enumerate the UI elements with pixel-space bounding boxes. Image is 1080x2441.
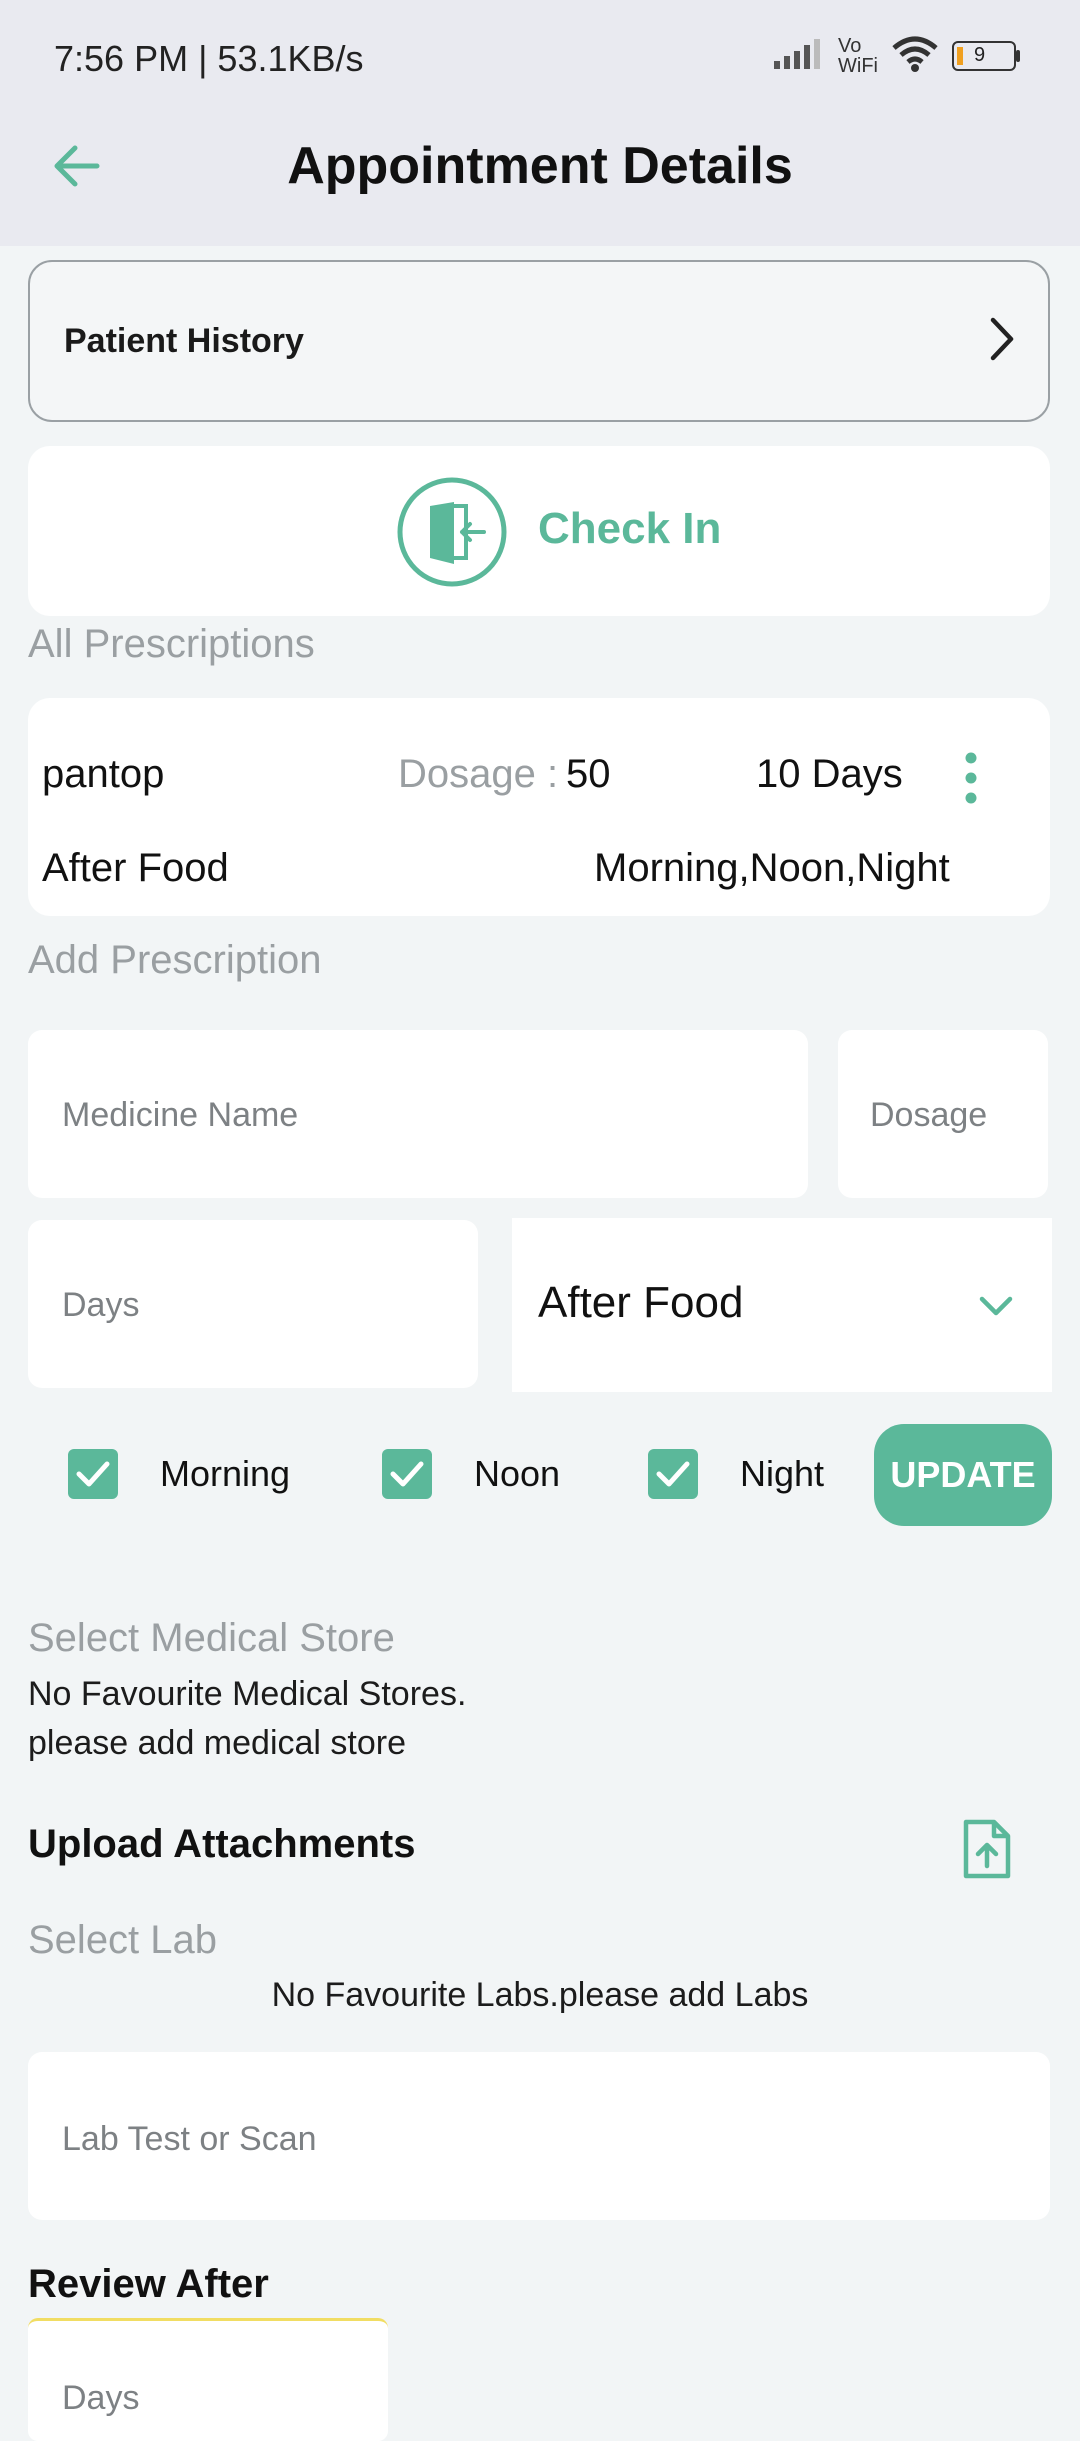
more-vertical-icon[interactable] [958, 748, 984, 808]
lab-empty-message: No Favourite Labs.please add Labs [271, 1976, 809, 2014]
prescription-food: After Food [42, 846, 229, 890]
medicine-name-input[interactable]: Medicine Name [28, 1030, 808, 1198]
noon-checkbox[interactable]: Noon [382, 1422, 560, 1526]
battery-level: 9 [974, 44, 986, 66]
food-timing-select[interactable]: After Food [512, 1218, 1052, 1392]
dosage-placeholder: Dosage [870, 1096, 988, 1134]
lab-test-input[interactable]: Lab Test or Scan [28, 2052, 1050, 2220]
days-input[interactable]: Days [28, 1220, 478, 1388]
wifi-icon [892, 36, 938, 77]
signal-icon [774, 38, 824, 74]
check-icon [382, 1449, 432, 1499]
night-checkbox[interactable]: Night [648, 1422, 824, 1526]
medicine-name-placeholder: Medicine Name [62, 1096, 299, 1134]
medical-store-empty-message: No Favourite Medical Stores. please add … [28, 1675, 467, 1762]
chevron-down-icon [976, 1286, 1016, 1326]
check-icon [648, 1449, 698, 1499]
upload-attachments-label: Upload Attachments [28, 1822, 416, 1866]
dosage-input[interactable]: Dosage [838, 1030, 1048, 1198]
select-medical-store-label: Select Medical Store [28, 1616, 395, 1660]
prescription-dosage-label: Dosage : [398, 752, 559, 796]
page-title: Appointment Details [287, 137, 793, 195]
patient-history-label: Patient History [64, 322, 304, 360]
review-days-placeholder: Days [62, 2379, 140, 2417]
select-lab-label: Select Lab [28, 1918, 218, 1962]
prescription-item: pantop Dosage : 50 10 Days After Food Mo… [28, 698, 1050, 916]
food-timing-value: After Food [538, 1278, 744, 1327]
check-in-label: Check In [538, 504, 722, 553]
chevron-right-icon [976, 314, 1026, 364]
lab-test-placeholder: Lab Test or Scan [62, 2120, 317, 2158]
file-upload-icon[interactable] [960, 1818, 1014, 1880]
add-prescription-label: Add Prescription [28, 938, 322, 982]
review-days-input[interactable]: Days [28, 2318, 388, 2441]
morning-label: Morning [160, 1453, 291, 1494]
days-placeholder: Days [62, 1286, 140, 1324]
prescription-dosage-value: 50 [566, 752, 611, 796]
door-enter-icon [396, 476, 508, 588]
prescription-times: Morning,Noon,Night [594, 846, 950, 890]
check-icon [68, 1449, 118, 1499]
noon-label: Noon [474, 1453, 561, 1494]
patient-history-button[interactable]: Patient History [28, 260, 1050, 422]
update-button[interactable]: UPDATE [874, 1424, 1052, 1526]
status-icons: Vo WiFi 9 [774, 34, 1020, 78]
battery-icon: 9 [952, 41, 1020, 71]
morning-checkbox[interactable]: Morning [68, 1422, 290, 1526]
check-in-button[interactable]: Check In [28, 446, 1050, 616]
all-prescriptions-label: All Prescriptions [28, 622, 315, 666]
vowifi-icon: Vo WiFi [838, 35, 878, 77]
review-after-label: Review After [28, 2262, 269, 2306]
prescription-days: 10 Days [756, 752, 903, 796]
status-time: 7:56 PM | 53.1KB/s [54, 38, 364, 79]
prescription-name: pantop [42, 752, 165, 796]
night-label: Night [740, 1453, 825, 1494]
